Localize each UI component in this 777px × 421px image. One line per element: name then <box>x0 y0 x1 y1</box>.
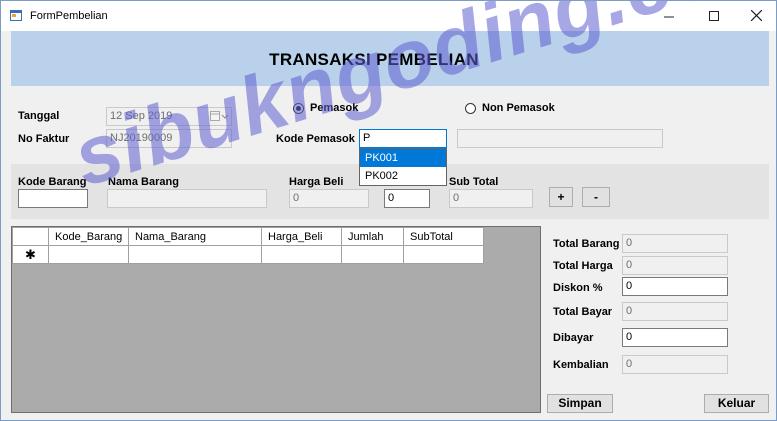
window-title: FormPembelian <box>30 10 108 22</box>
dibayar-label: Dibayar <box>553 332 594 344</box>
harga-beli-label: Harga Beli <box>289 176 344 188</box>
grid-table: Kode_Barang Nama_Barang Harga_Beli Jumla… <box>12 227 484 264</box>
grid-header-row: Kode_Barang Nama_Barang Harga_Beli Jumla… <box>12 227 484 246</box>
tanggal-date-picker[interactable]: 12 Sep 2019 <box>106 107 232 126</box>
column-header[interactable]: Jumlah <box>341 227 404 246</box>
dropdown-option[interactable]: PK001 <box>360 149 446 167</box>
column-header[interactable]: Harga_Beli <box>261 227 342 246</box>
column-header[interactable]: SubTotal <box>403 227 484 246</box>
nama-barang-field[interactable] <box>107 189 267 208</box>
total-harga-label: Total Harga <box>553 260 613 272</box>
table-cell[interactable] <box>403 245 484 264</box>
kembalian-label: Kembalian <box>553 359 609 371</box>
add-item-button[interactable]: + <box>549 187 573 207</box>
sub-total-field[interactable]: 0 <box>449 189 533 208</box>
total-bayar-field[interactable]: 0 <box>622 302 728 321</box>
diskon-label: Diskon % <box>553 282 603 294</box>
items-data-grid[interactable]: Kode_Barang Nama_Barang Harga_Beli Jumla… <box>11 226 541 413</box>
kode-pemasok-dropdown[interactable]: PK001 PK002 <box>359 148 447 186</box>
radio-pemasok[interactable] <box>293 103 304 114</box>
table-cell[interactable] <box>341 245 404 264</box>
total-bayar-label: Total Bayar <box>553 306 613 318</box>
page-title: TRANSAKSI PEMBELIAN <box>269 50 479 69</box>
minimize-button[interactable] <box>647 1 691 31</box>
table-cell[interactable] <box>261 245 342 264</box>
no-faktur-label: No Faktur <box>18 133 70 145</box>
diskon-input[interactable]: 0 <box>622 277 728 296</box>
dibayar-input[interactable]: 0 <box>622 328 728 347</box>
total-barang-label: Total Barang <box>553 238 620 250</box>
dropdown-option[interactable]: PK002 <box>360 167 446 185</box>
nama-barang-label: Nama Barang <box>108 176 179 188</box>
kembalian-field[interactable]: 0 <box>622 355 728 374</box>
close-icon <box>750 9 762 22</box>
close-button[interactable] <box>734 1 776 31</box>
app-icon <box>10 10 22 21</box>
radio-non-pemasok[interactable] <box>465 103 476 114</box>
table-cell[interactable] <box>128 245 262 264</box>
table-cell[interactable] <box>48 245 129 264</box>
new-row-marker: ✱ <box>12 245 49 264</box>
kode-pemasok-label: Kode Pemasok <box>276 133 355 145</box>
column-header[interactable]: Kode_Barang <box>48 227 129 246</box>
maximize-button[interactable] <box>692 1 736 31</box>
grid-row-header-corner <box>12 227 49 246</box>
total-barang-field[interactable]: 0 <box>622 234 728 253</box>
header-banner: TRANSAKSI PEMBELIAN <box>11 31 769 86</box>
column-header[interactable]: Nama_Barang <box>128 227 262 246</box>
tanggal-label: Tanggal <box>18 110 60 122</box>
jumlah-input[interactable]: 0 <box>384 189 430 208</box>
remove-item-button[interactable]: - <box>582 187 610 207</box>
form-pembelian-window: FormPembelian TRANSAKSI PEMBELIAN Tangga… <box>0 0 777 421</box>
radio-pemasok-label: Pemasok <box>310 102 359 114</box>
kode-barang-label: Kode Barang <box>18 176 87 188</box>
radio-non-pemasok-label: Non Pemasok <box>482 102 555 114</box>
total-harga-field[interactable]: 0 <box>622 256 728 275</box>
sub-total-label: Sub Total <box>449 176 499 188</box>
calendar-dropdown-icon <box>210 111 228 121</box>
keluar-button[interactable]: Keluar <box>704 394 769 413</box>
nama-pemasok-field[interactable] <box>457 129 663 148</box>
harga-beli-field[interactable]: 0 <box>289 189 369 208</box>
title-bar: FormPembelian <box>1 1 776 31</box>
maximize-icon <box>709 11 719 21</box>
tanggal-value: 12 Sep 2019 <box>110 110 173 122</box>
kode-barang-input[interactable] <box>18 189 88 208</box>
table-row[interactable]: ✱ <box>12 245 484 264</box>
minimize-icon <box>664 16 674 18</box>
kode-pemasok-input[interactable]: P <box>359 129 447 148</box>
no-faktur-field[interactable]: NJ20190009 <box>106 129 232 148</box>
simpan-button[interactable]: Simpan <box>547 394 613 413</box>
